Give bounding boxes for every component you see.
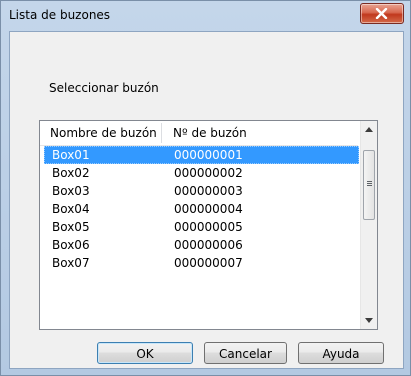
list-item-box03[interactable]: Box03 000000003 (40, 182, 359, 200)
list-item-box04[interactable]: Box04 000000004 (40, 200, 359, 218)
scroll-up-arrow-icon (365, 127, 373, 132)
mailbox-name: Box06 (52, 238, 90, 252)
scroll-down-arrow-icon (365, 318, 373, 323)
mailbox-list-dialog: Lista de buzones Seleccionar buzón Nombr… (0, 0, 411, 376)
mailbox-number: 000000004 (174, 202, 243, 216)
scroll-down-button[interactable] (361, 312, 377, 329)
close-icon (375, 8, 388, 19)
close-button[interactable] (360, 3, 404, 24)
mailbox-name: Box04 (52, 202, 90, 216)
scroll-thumb[interactable] (363, 150, 375, 220)
thumb-grip-line (367, 181, 372, 182)
mailbox-number: 000000005 (174, 220, 243, 234)
column-header-name[interactable]: Nombre de buzón (40, 121, 161, 145)
scroll-up-button[interactable] (361, 121, 377, 138)
mailbox-name: Box05 (52, 220, 90, 234)
help-button[interactable]: Ayuda (298, 342, 384, 364)
mailbox-number: 000000002 (174, 166, 243, 180)
mailbox-name: Box07 (52, 256, 90, 270)
list-header: Nombre de buzón Nº de buzón (40, 121, 358, 145)
thumb-grip-line (367, 183, 372, 184)
mailbox-number: 000000001 (174, 148, 243, 162)
list-rows: Box01 000000001 Box02 000000002 Box03 00… (40, 146, 359, 272)
mailbox-name: Box03 (52, 184, 90, 198)
mailbox-name: Box01 (52, 148, 90, 162)
list-item-box01[interactable]: Box01 000000001 (44, 146, 359, 164)
column-header-number[interactable]: Nº de buzón (162, 121, 358, 145)
mailbox-number: 000000006 (174, 238, 243, 252)
dialog-body: Seleccionar buzón Nombre de buzón Nº de … (9, 31, 404, 369)
cancel-button[interactable]: Cancelar (204, 342, 287, 364)
list-item-box06[interactable]: Box06 000000006 (40, 236, 359, 254)
window-title: Lista de buzones (9, 8, 111, 22)
ok-button[interactable]: OK (97, 342, 193, 364)
title-bar[interactable]: Lista de buzones (1, 1, 410, 31)
mailbox-number: 000000003 (174, 184, 243, 198)
list-item-box02[interactable]: Box02 000000002 (40, 164, 359, 182)
select-mailbox-label: Seleccionar buzón (49, 81, 159, 95)
mailbox-name: Box02 (52, 166, 90, 180)
thumb-grip-line (367, 185, 372, 186)
list-item-box05[interactable]: Box05 000000005 (40, 218, 359, 236)
vertical-scrollbar[interactable] (360, 121, 377, 329)
mailbox-list[interactable]: Nombre de buzón Nº de buzón Box01 000000… (39, 120, 378, 330)
mailbox-number: 000000007 (174, 256, 243, 270)
list-item-box07[interactable]: Box07 000000007 (40, 254, 359, 272)
